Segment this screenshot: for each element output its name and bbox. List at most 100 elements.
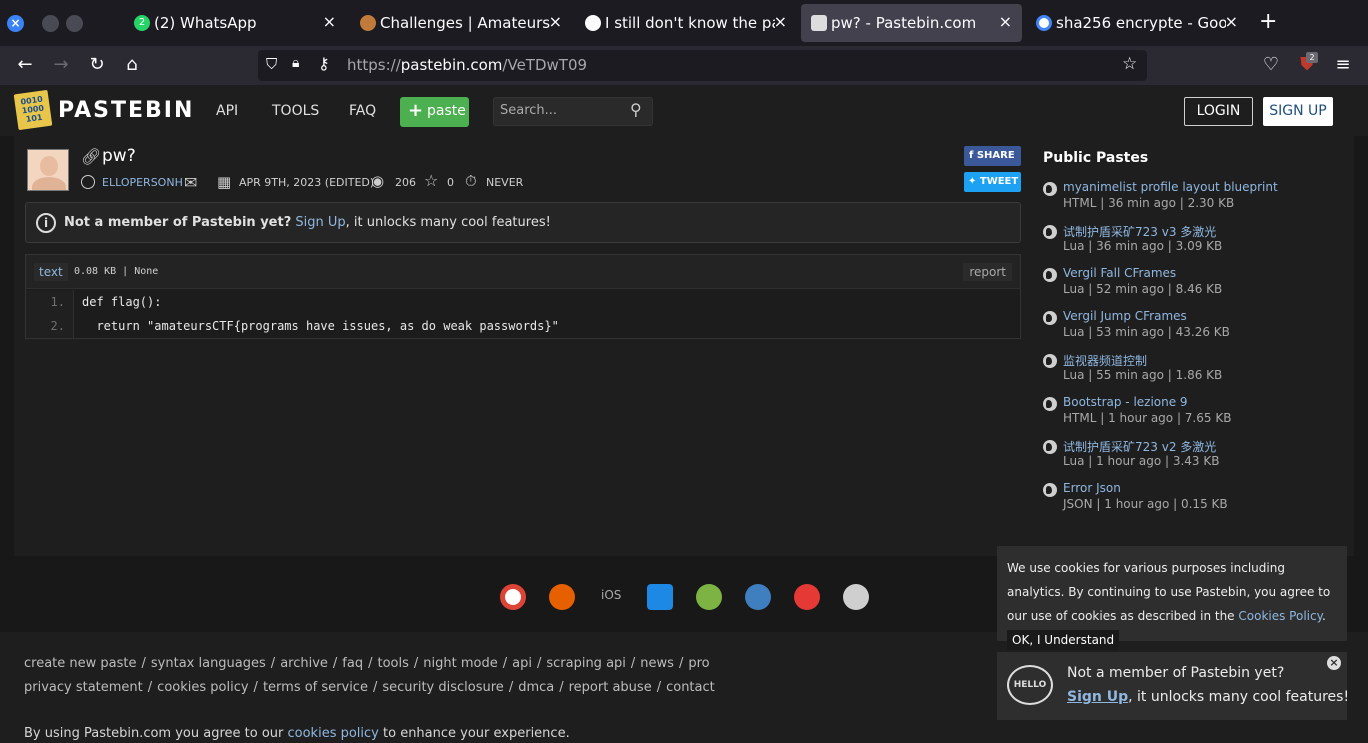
notice-signup-link[interactable]: Sign Up — [295, 215, 345, 230]
window-maximize-button[interactable] — [66, 15, 83, 32]
pastebin-logo-icon[interactable]: 0010 1000 101 — [13, 89, 53, 131]
window-close-button[interactable]: × — [7, 15, 24, 32]
footer-separator: / — [368, 656, 373, 671]
tab-close-icon[interactable]: × — [549, 12, 562, 31]
bookmark-star-icon[interactable]: ☆ — [1122, 54, 1137, 74]
tab-whatsapp[interactable]: 2 (2) WhatsApp × — [124, 4, 346, 42]
report-button[interactable]: report — [963, 263, 1012, 281]
public-paste-title[interactable]: 试制护盾采矿723 v3 多激光 — [1063, 223, 1216, 240]
new-tab-button[interactable]: + — [1259, 11, 1277, 33]
syntax-button[interactable]: text — [34, 263, 68, 281]
footer-cookie-link[interactable]: cookies policy — [288, 726, 379, 741]
footer-link[interactable]: faq — [342, 656, 363, 671]
avatar[interactable] — [27, 149, 69, 191]
tab-close-icon[interactable]: × — [1225, 12, 1238, 31]
public-paste-title[interactable]: Error Json — [1063, 481, 1121, 495]
star-icon[interactable]: ☆ — [424, 171, 438, 190]
cookie-accept-button[interactable]: OK, I Understand — [1007, 630, 1120, 650]
share-facebook-button[interactable]: f SHARE — [964, 146, 1021, 166]
code-line[interactable]: return "amateursCTF{programs have issues… — [82, 319, 558, 333]
public-paste-title[interactable]: 试制护盾采矿723 v2 多激光 — [1063, 438, 1216, 455]
public-paste-title[interactable]: Bootstrap - lezione 9 — [1063, 395, 1188, 409]
footer-link[interactable]: news — [640, 656, 674, 671]
site-header: 0010 1000 101 PASTEBIN API TOOLS FAQ + p… — [0, 85, 1368, 136]
message-icon[interactable]: ✉ — [184, 173, 197, 192]
new-paste-button[interactable]: + paste — [400, 97, 469, 127]
url-bar[interactable]: ⛉ 🔒︎ ⚷ https://pastebin.com/VeTDwT09 ☆ — [258, 50, 1147, 81]
back-icon[interactable]: ← — [14, 54, 36, 76]
popup-signup-link[interactable]: Sign Up — [1067, 689, 1128, 705]
footer-link[interactable]: api — [512, 656, 532, 671]
public-paste-item[interactable]: Error Json JSON | 1 hour ago | 0.15 KB — [1043, 481, 1343, 521]
android-icon[interactable] — [696, 584, 722, 610]
nav-api[interactable]: API — [216, 103, 238, 119]
public-paste-item[interactable]: 试制护盾采矿723 v3 多激光 Lua | 36 min ago | 3.09 … — [1043, 223, 1343, 263]
footer-link[interactable]: terms of service — [263, 680, 368, 695]
public-paste-item[interactable]: Vergil Jump CFrames Lua | 53 min ago | 43… — [1043, 309, 1343, 349]
forward-icon[interactable]: → — [50, 54, 72, 76]
globe-icon — [1043, 225, 1057, 239]
footer-link[interactable]: security disclosure — [382, 680, 503, 695]
public-paste-item[interactable]: 监视器频道控制 Lua | 55 min ago | 1.86 KB — [1043, 352, 1343, 392]
public-paste-meta: Lua | 53 min ago | 43.26 KB — [1063, 325, 1230, 339]
opera-icon[interactable] — [794, 584, 820, 610]
nav-tools[interactable]: TOOLS — [272, 103, 319, 119]
public-paste-title[interactable]: Vergil Fall CFrames — [1063, 266, 1176, 280]
paste-author[interactable]: ELLOPERSONH — [102, 176, 183, 189]
firefox-icon[interactable] — [549, 584, 575, 610]
login-button[interactable]: LOGIN — [1184, 97, 1253, 126]
tab-close-icon[interactable]: × — [774, 12, 787, 31]
footer-link[interactable]: dmca — [518, 680, 554, 695]
cookies-policy-link[interactable]: Cookies Policy — [1238, 609, 1322, 623]
footer-link[interactable]: syntax languages — [151, 656, 266, 671]
home-icon[interactable]: ⌂ — [121, 54, 143, 76]
footer-link[interactable]: contact — [666, 680, 715, 695]
public-paste-item[interactable]: myanimelist profile layout blueprint HTML… — [1043, 180, 1343, 220]
linux-icon[interactable] — [843, 584, 869, 610]
lock-icon[interactable]: 🔒︎ — [292, 55, 299, 71]
footer-link[interactable]: pro — [688, 656, 709, 671]
public-paste-item[interactable]: 试制护盾采矿723 v2 多激光 Lua | 1 hour ago | 3.43 … — [1043, 438, 1343, 478]
footer-link[interactable]: night mode — [423, 656, 497, 671]
url-path: /VeTDwT09 — [502, 56, 588, 74]
url-text[interactable]: https://pastebin.com/VeTDwT09 — [347, 56, 587, 74]
tab-pastebin[interactable]: pw? - Pastebin.com × — [801, 4, 1022, 42]
window-minimize-button[interactable] — [42, 15, 59, 32]
menu-icon[interactable]: ≡ — [1332, 54, 1354, 76]
pocket-icon[interactable]: ♡ — [1260, 54, 1282, 76]
chrome-icon[interactable] — [500, 584, 526, 610]
tab-close-icon[interactable]: × — [323, 12, 336, 31]
tab-amateursctf[interactable]: Challenges | AmateursCTF × — [350, 4, 572, 42]
footer-link[interactable]: create new paste — [24, 656, 137, 671]
tab-google[interactable]: sha256 encrypte - Google × — [1026, 4, 1248, 42]
tweet-button[interactable]: ✦ TWEET — [964, 172, 1021, 192]
code-line[interactable]: def flag(): — [82, 295, 161, 309]
public-paste-title[interactable]: Vergil Jump CFrames — [1063, 309, 1187, 323]
ios-icon[interactable]: iOS — [601, 588, 621, 602]
nav-faq[interactable]: FAQ — [349, 103, 376, 119]
footer-link[interactable]: tools — [377, 656, 408, 671]
search-icon[interactable]: ⚲ — [630, 100, 642, 119]
footer-link[interactable]: privacy statement — [24, 680, 143, 695]
popup-close-icon[interactable]: × — [1327, 656, 1341, 670]
logo-text[interactable]: PASTEBIN — [58, 98, 194, 123]
signup-button[interactable]: SIGN UP — [1263, 97, 1333, 126]
public-paste-title[interactable]: myanimelist profile layout blueprint — [1063, 180, 1278, 194]
footer-separator: / — [559, 680, 564, 695]
footer-separator: / — [536, 656, 542, 671]
macos-icon[interactable] — [745, 584, 771, 610]
shield-icon[interactable]: ⛉ — [266, 55, 277, 73]
key-icon[interactable]: ⚷ — [318, 54, 330, 73]
public-paste-item[interactable]: Vergil Fall CFrames Lua | 52 min ago | 8.… — [1043, 266, 1343, 306]
windows-icon[interactable] — [647, 584, 673, 610]
public-paste-title[interactable]: 监视器频道控制 — [1063, 352, 1147, 369]
search-input[interactable] — [500, 103, 620, 118]
footer-link[interactable]: archive — [280, 656, 328, 671]
reload-icon[interactable]: ↻ — [86, 54, 108, 76]
tab-github[interactable]: I still don't know the password × — [575, 4, 797, 42]
footer-link[interactable]: report abuse — [569, 680, 652, 695]
tab-close-icon[interactable]: × — [999, 12, 1012, 31]
footer-link[interactable]: cookies policy — [157, 680, 248, 695]
public-paste-item[interactable]: Bootstrap - lezione 9 HTML | 1 hour ago |… — [1043, 395, 1343, 435]
footer-link[interactable]: scraping api — [546, 656, 626, 671]
